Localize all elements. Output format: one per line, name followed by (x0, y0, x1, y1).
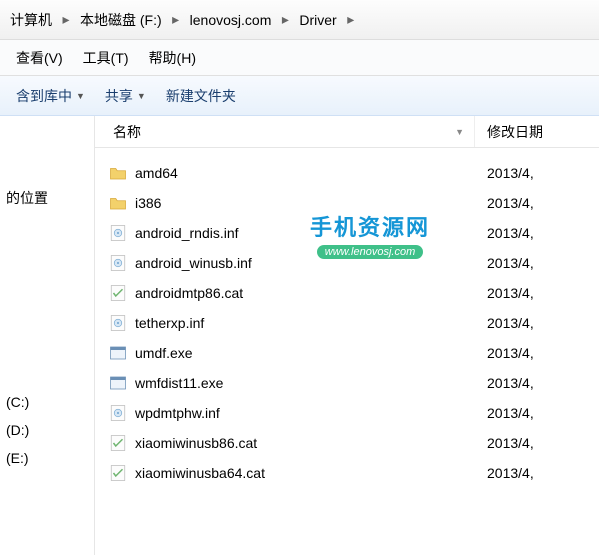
file-name: amd64 (135, 165, 475, 181)
content-area: 的位置 (C:) (D:) (E:) 名称 ▼ 修改日期 手机资源网 www.l… (0, 116, 599, 555)
column-headers: 名称 ▼ 修改日期 (95, 116, 599, 148)
inf-icon (107, 312, 129, 334)
file-name: android_winusb.inf (135, 255, 475, 271)
file-name: androidmtp86.cat (135, 285, 475, 301)
file-name: android_rndis.inf (135, 225, 475, 241)
file-date: 2013/4, (475, 315, 599, 331)
folder-icon (107, 162, 129, 184)
file-date: 2013/4, (475, 195, 599, 211)
column-header-name-label: 名称 (113, 122, 141, 142)
breadcrumb: 计算机 ▸ 本地磁盘 (F:) ▸ lenovosj.com ▸ Driver … (0, 0, 599, 40)
cat-icon (107, 282, 129, 304)
file-date: 2013/4, (475, 405, 599, 421)
chevron-right-icon[interactable]: ▸ (343, 11, 359, 28)
inf-icon (107, 402, 129, 424)
sidebar: 的位置 (C:) (D:) (E:) (0, 116, 95, 555)
new-folder-button[interactable]: 新建文件夹 (156, 82, 246, 110)
file-row[interactable]: wpdmtphw.inf2013/4, (95, 398, 599, 428)
file-row[interactable]: xiaomiwinusba64.cat2013/4, (95, 458, 599, 488)
file-name: tetherxp.inf (135, 315, 475, 331)
column-header-date[interactable]: 修改日期 (475, 116, 599, 147)
inf-icon (107, 252, 129, 274)
breadcrumb-item[interactable]: Driver (293, 8, 342, 32)
menu-view[interactable]: 查看(V) (6, 44, 73, 72)
file-name: umdf.exe (135, 345, 475, 361)
new-folder-label: 新建文件夹 (166, 86, 236, 106)
folder-icon (107, 192, 129, 214)
menu-help[interactable]: 帮助(H) (139, 44, 206, 72)
dropdown-icon: ▼ (76, 91, 85, 101)
file-row[interactable]: tetherxp.inf2013/4, (95, 308, 599, 338)
main-panel: 名称 ▼ 修改日期 手机资源网 www.lenovosj.com amd6420… (95, 116, 599, 555)
sidebar-drive-d[interactable]: (D:) (6, 416, 88, 444)
file-row[interactable]: xiaomiwinusb86.cat2013/4, (95, 428, 599, 458)
file-date: 2013/4, (475, 165, 599, 181)
file-date: 2013/4, (475, 345, 599, 361)
share-button[interactable]: 共享 ▼ (95, 82, 156, 110)
file-row[interactable]: android_rndis.inf2013/4, (95, 218, 599, 248)
dropdown-icon: ▼ (137, 91, 146, 101)
sidebar-drive-c[interactable]: (C:) (6, 388, 88, 416)
file-name: i386 (135, 195, 475, 211)
file-name: xiaomiwinusba64.cat (135, 465, 475, 481)
file-row[interactable]: umdf.exe2013/4, (95, 338, 599, 368)
chevron-right-icon[interactable]: ▸ (277, 11, 293, 28)
breadcrumb-item[interactable]: 本地磁盘 (F:) (74, 6, 168, 34)
cat-icon (107, 432, 129, 454)
sidebar-location-label: 的位置 (6, 128, 88, 228)
menu-bar: 查看(V) 工具(T) 帮助(H) (0, 40, 599, 76)
file-date: 2013/4, (475, 255, 599, 271)
sort-indicator-icon: ▼ (455, 127, 474, 137)
breadcrumb-item[interactable]: 计算机 (4, 6, 58, 34)
file-row[interactable]: amd642013/4, (95, 158, 599, 188)
chevron-right-icon[interactable]: ▸ (58, 11, 74, 28)
menu-tools[interactable]: 工具(T) (73, 44, 139, 72)
chevron-right-icon[interactable]: ▸ (168, 11, 184, 28)
file-date: 2013/4, (475, 435, 599, 451)
breadcrumb-item[interactable]: lenovosj.com (184, 8, 278, 32)
share-label: 共享 (105, 86, 133, 106)
column-header-name[interactable]: 名称 ▼ (95, 116, 475, 147)
exe-icon (107, 342, 129, 364)
file-list: 手机资源网 www.lenovosj.com amd642013/4,i3862… (95, 148, 599, 498)
file-row[interactable]: i3862013/4, (95, 188, 599, 218)
file-row[interactable]: wmfdist11.exe2013/4, (95, 368, 599, 398)
file-date: 2013/4, (475, 375, 599, 391)
file-row[interactable]: android_winusb.inf2013/4, (95, 248, 599, 278)
inf-icon (107, 222, 129, 244)
file-name: xiaomiwinusb86.cat (135, 435, 475, 451)
add-to-library-label: 含到库中 (16, 86, 72, 106)
file-date: 2013/4, (475, 465, 599, 481)
file-name: wmfdist11.exe (135, 375, 475, 391)
add-to-library-button[interactable]: 含到库中 ▼ (6, 82, 95, 110)
exe-icon (107, 372, 129, 394)
file-date: 2013/4, (475, 225, 599, 241)
file-name: wpdmtphw.inf (135, 405, 475, 421)
cat-icon (107, 462, 129, 484)
sidebar-drive-e[interactable]: (E:) (6, 444, 88, 472)
toolbar: 含到库中 ▼ 共享 ▼ 新建文件夹 (0, 76, 599, 116)
file-row[interactable]: androidmtp86.cat2013/4, (95, 278, 599, 308)
file-date: 2013/4, (475, 285, 599, 301)
column-header-date-label: 修改日期 (487, 122, 543, 142)
